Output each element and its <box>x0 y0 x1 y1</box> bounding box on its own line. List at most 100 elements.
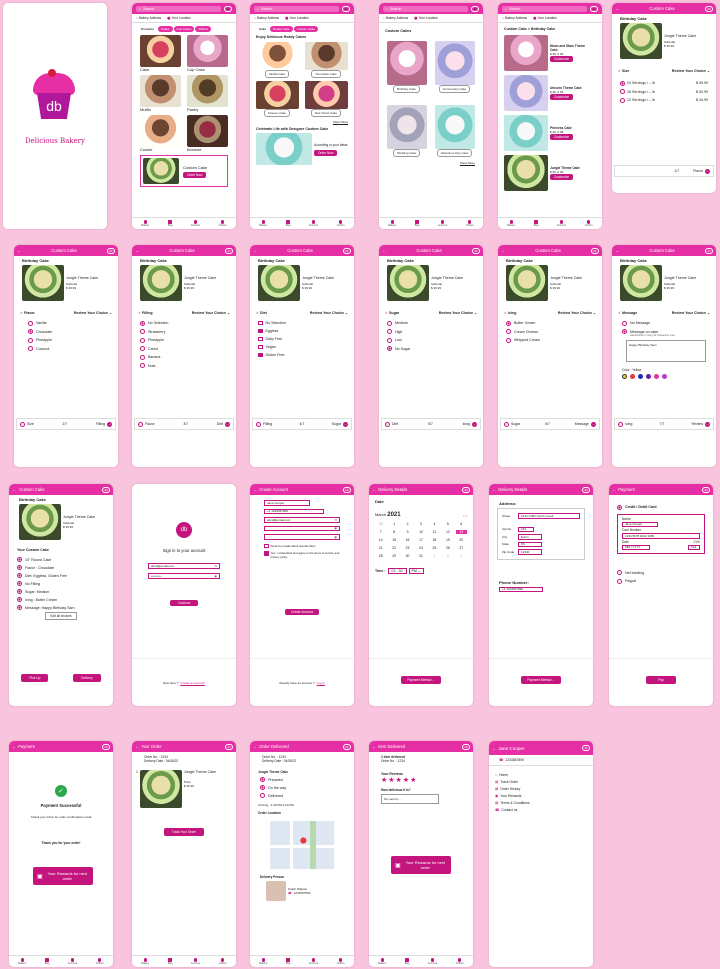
cake-cheese[interactable]: Cheese Cake <box>256 81 299 117</box>
review-dropdown[interactable]: Review Your Choice ⌄ <box>439 311 477 315</box>
zip-field[interactable]: 12340 <box>518 549 542 555</box>
card-option[interactable]: Credit / Debit Card <box>609 499 713 510</box>
back-icon[interactable]: ← <box>612 487 616 492</box>
location-link[interactable]: ⬤ Your Location <box>285 16 309 20</box>
cvv-field[interactable]: 123 <box>688 544 700 550</box>
nav-bag[interactable]: Bag <box>405 958 409 965</box>
pay-button[interactable]: Pay <box>646 675 676 684</box>
chip-custom-cake[interactable]: Custom Cake <box>293 26 318 32</box>
calendar-day[interactable]: 15 <box>388 538 399 542</box>
calendar-day[interactable]: 8 <box>388 530 399 534</box>
calendar-day[interactable]: 23 <box>402 546 413 550</box>
create-account-button[interactable]: Create Account <box>285 609 319 615</box>
calendar-day[interactable]: 12 <box>442 530 453 534</box>
bakery-address-link[interactable]: ⌂ Bakery Address <box>502 16 527 20</box>
bakery-address-link[interactable]: ⌂ Bakery Address <box>254 16 279 20</box>
chip-cake[interactable]: Cake <box>256 26 270 32</box>
time-input[interactable]: 01 : 30 <box>387 568 407 574</box>
product-cake[interactable]: Cake <box>140 35 181 72</box>
swatch-violet[interactable] <box>662 374 667 379</box>
payment-method-button[interactable]: Payment Method → <box>401 675 441 684</box>
next-arrow-icon[interactable]: → <box>225 421 230 427</box>
menu-order-history[interactable]: ▤ Order History <box>495 787 587 791</box>
calendar-day[interactable]: 25 <box>429 546 440 550</box>
back-icon[interactable]: ← <box>135 744 139 749</box>
swatch-pink[interactable] <box>654 374 659 379</box>
flavor-option[interactable]: Vanilla <box>28 320 104 326</box>
filling-option[interactable]: Carrot <box>140 346 228 351</box>
nav-orders[interactable]: Orders <box>337 958 345 965</box>
review-dropdown[interactable]: Review Your Choice ⌄ <box>672 69 710 73</box>
nav-orders[interactable]: Orders <box>96 958 104 965</box>
ampm-select[interactable]: PM ⌄ <box>408 568 424 574</box>
email-field[interactable]: abcd@email.com ✉ <box>264 517 340 523</box>
nav-bakery[interactable]: Bakery <box>388 220 396 227</box>
nav-orders[interactable]: Orders <box>219 958 227 965</box>
nav-orders[interactable]: Orders <box>219 220 227 227</box>
offers-checkbox-label[interactable]: Send me emails about special offers <box>271 544 316 548</box>
size-option[interactable]: 12 Servings / -- lb $ 44.99 <box>620 97 708 103</box>
search-input[interactable]: ⌕ Search <box>383 5 468 12</box>
nav-account[interactable]: Account <box>428 958 437 965</box>
calendar-day[interactable]: 2 <box>442 554 453 558</box>
back-icon[interactable]: ← <box>492 487 496 492</box>
menu-terms[interactable]: ▤ Terms & Conditions <box>495 801 587 805</box>
menu-rewards[interactable]: ▣ Your Rewards <box>495 794 587 798</box>
sugar-option[interactable]: No Sugar <box>387 346 475 351</box>
cake-chocolate[interactable]: Chocolate Cake <box>305 42 348 78</box>
message-input[interactable]: Happy Birthday Sam <box>626 340 706 362</box>
customize-button[interactable]: Customize <box>550 174 574 180</box>
calendar-day[interactable]: 2 <box>402 522 413 526</box>
calendar-day[interactable]: 7 <box>375 530 386 534</box>
nav-orders[interactable]: Orders <box>585 220 593 227</box>
search-input[interactable]: ⌕ Search <box>136 5 221 12</box>
next-arrow-icon[interactable]: → <box>107 421 112 427</box>
product-brownie[interactable]: Brownie <box>187 115 228 152</box>
nav-bag[interactable]: Bag <box>45 958 49 965</box>
edit-choices-button[interactable]: Edit all choices <box>45 612 77 620</box>
card-number-field[interactable]: 1234 5678 9012 3456 <box>622 533 700 539</box>
swatch-purple[interactable] <box>646 374 651 379</box>
customize-button[interactable]: Customize <box>550 94 574 100</box>
rewards-button[interactable]: ▣ Your Rewards for next order <box>391 856 451 874</box>
rewards-button[interactable]: ▣ Your Rewards for next order <box>33 867 93 885</box>
calendar-day[interactable]: 31 <box>415 554 426 558</box>
cake-vanilla[interactable]: Vanilla Cake <box>256 42 299 78</box>
diet-option[interactable]: Vegan <box>258 344 346 349</box>
sugar-option[interactable]: High <box>387 329 475 334</box>
size-option[interactable]: 24 Servings / -- lb $ 59.99 <box>620 80 708 86</box>
diet-option[interactable]: Dairy Free <box>258 336 346 341</box>
customize-button[interactable]: Customize <box>550 134 574 140</box>
calendar-day[interactable]: 27 <box>456 546 467 550</box>
order-now-button[interactable]: Order Now <box>314 149 338 156</box>
sugar-option[interactable]: Medium <box>387 320 475 326</box>
next-arrow-icon[interactable]: → <box>705 168 710 174</box>
bakery-address-link[interactable]: ⌂ Bakery Address <box>136 16 161 20</box>
cake-item[interactable]: Jungle Theme Cake $ 39 .0 99 Customize <box>504 155 596 191</box>
nav-bakery[interactable]: Bakery <box>378 958 386 965</box>
diet-option[interactable]: No Selection <box>258 320 346 325</box>
nav-account[interactable]: Account <box>191 958 200 965</box>
calendar-day[interactable]: 3 <box>415 522 426 526</box>
size-option[interactable]: 16 Servings / -- lb $ 52.99 <box>620 89 708 94</box>
back-icon[interactable]: ← <box>135 248 139 253</box>
nav-bag[interactable]: Bag <box>415 220 419 227</box>
filling-option[interactable]: Pineapple <box>140 337 228 343</box>
back-icon[interactable]: ← <box>615 6 619 11</box>
card-name-field[interactable]: Jane Cooper <box>622 521 658 527</box>
calendar-day[interactable]: 11 <box>429 530 440 534</box>
phone-field[interactable]: +1 1234567890 <box>499 586 543 592</box>
back-icon[interactable]: ← <box>253 248 257 253</box>
calendar-day[interactable]: 5 <box>442 522 453 526</box>
calendar-day[interactable]: 20 <box>456 538 467 542</box>
delivery-phone[interactable]: 1234567890 <box>294 891 311 895</box>
back-icon[interactable]: ← <box>12 487 16 492</box>
product-pastry[interactable]: Pastry <box>187 75 228 112</box>
message-option[interactable]: No Message <box>622 320 706 326</box>
back-icon[interactable]: ← <box>501 248 505 253</box>
custom-anniversary[interactable]: Anniversary Cake <box>435 41 475 93</box>
delivery-button[interactable]: Delivery <box>73 674 101 682</box>
flavor-option[interactable]: Chocolate <box>28 329 104 334</box>
back-icon[interactable]: ← <box>253 744 257 749</box>
cake-red-velvet[interactable]: Red Velvet Cake <box>305 81 348 117</box>
